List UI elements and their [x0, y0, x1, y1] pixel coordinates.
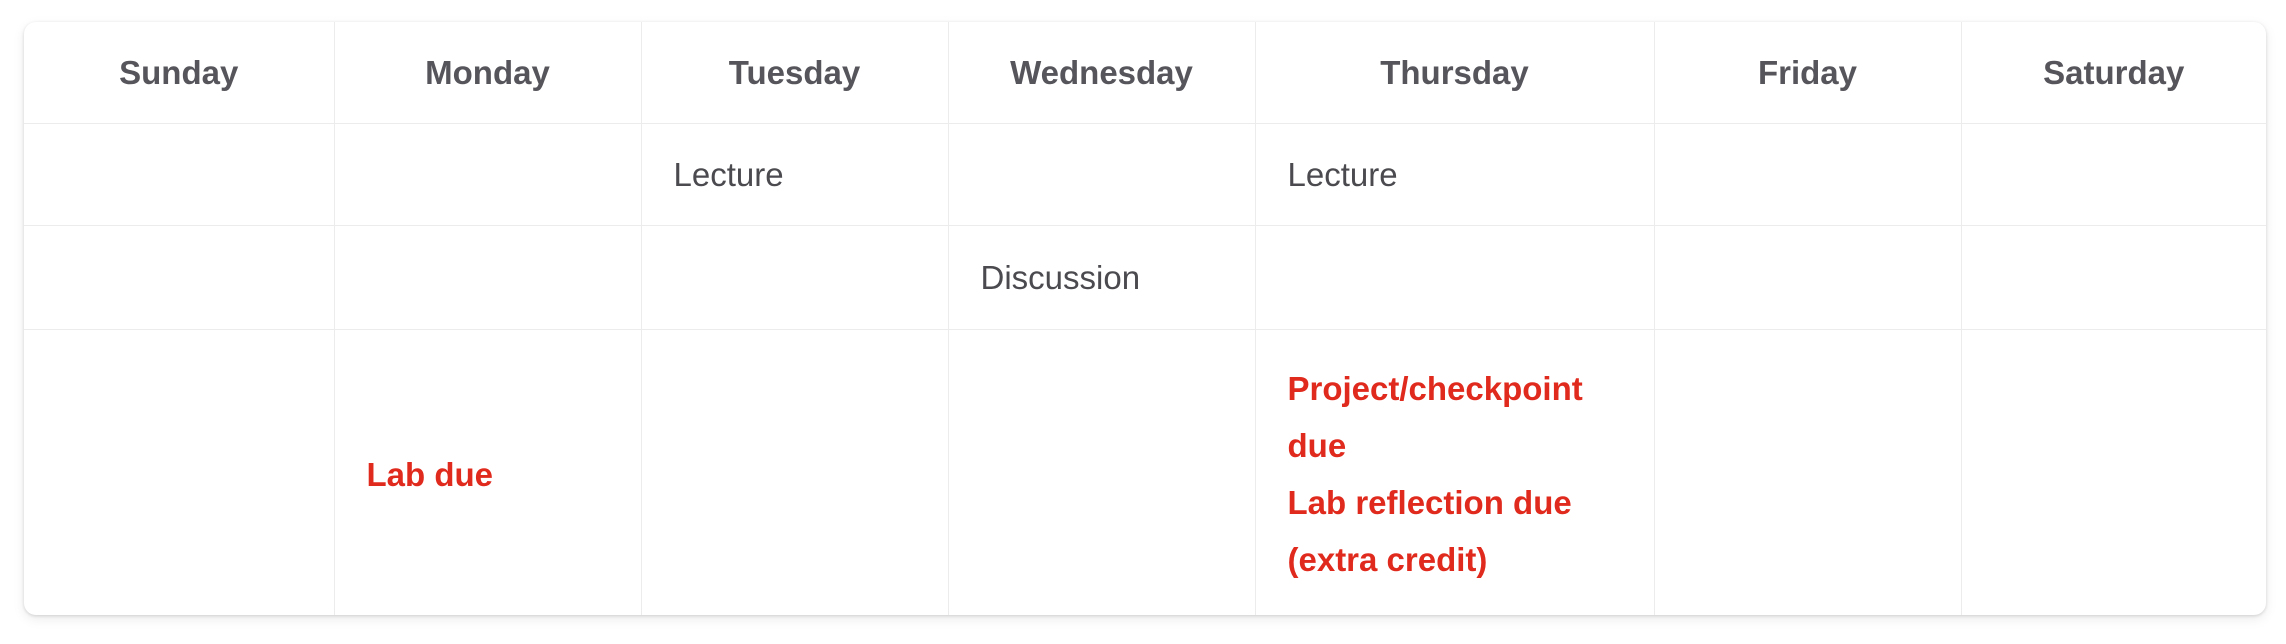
lab-reflection-due-text: Lab reflection due [1287, 484, 1572, 521]
table-row: Discussion [24, 225, 2266, 330]
cell-thursday-lecture: Lecture [1255, 123, 1655, 226]
cell-monday-lab-due: Lab due [334, 329, 642, 615]
cell-sunday [24, 123, 335, 226]
day-header-sunday: Sunday [24, 22, 335, 124]
cell-tuesday [641, 225, 949, 330]
cell-tuesday [641, 329, 949, 615]
weekly-schedule-table: Sunday Monday Tuesday Wednesday Thursday… [24, 22, 2266, 615]
cell-monday [334, 225, 642, 330]
day-header-saturday: Saturday [1961, 22, 2266, 124]
header-row: Sunday Monday Tuesday Wednesday Thursday… [24, 22, 2266, 124]
day-header-monday: Monday [334, 22, 642, 124]
cell-friday [1654, 225, 1962, 330]
weekly-schedule-card: Sunday Monday Tuesday Wednesday Thursday… [24, 22, 2266, 615]
cell-friday [1654, 329, 1962, 615]
project-checkpoint-due-text: Project/checkpoint due [1287, 370, 1583, 464]
extra-credit-text: (extra credit) [1287, 541, 1488, 578]
cell-wednesday [948, 123, 1256, 226]
cell-tuesday-lecture: Lecture [641, 123, 949, 226]
cell-saturday [1961, 225, 2266, 330]
cell-wednesday [948, 329, 1256, 615]
cell-thursday [1255, 225, 1655, 330]
cell-thursday-deadlines: Project/checkpoint due Lab reflection du… [1255, 329, 1655, 615]
day-header-tuesday: Tuesday [641, 22, 949, 124]
day-header-friday: Friday [1654, 22, 1962, 124]
cell-monday [334, 123, 642, 226]
day-header-thursday: Thursday [1255, 22, 1655, 124]
day-header-wednesday: Wednesday [948, 22, 1256, 124]
cell-sunday [24, 225, 335, 330]
cell-saturday [1961, 123, 2266, 226]
cell-saturday [1961, 330, 2266, 616]
table-row: Lecture Lecture [24, 123, 2266, 226]
cell-sunday [24, 329, 335, 615]
cell-wednesday-discussion: Discussion [948, 225, 1256, 330]
table-row: Lab due Project/checkpoint due Lab refle… [24, 329, 2266, 616]
cell-friday [1654, 123, 1962, 226]
